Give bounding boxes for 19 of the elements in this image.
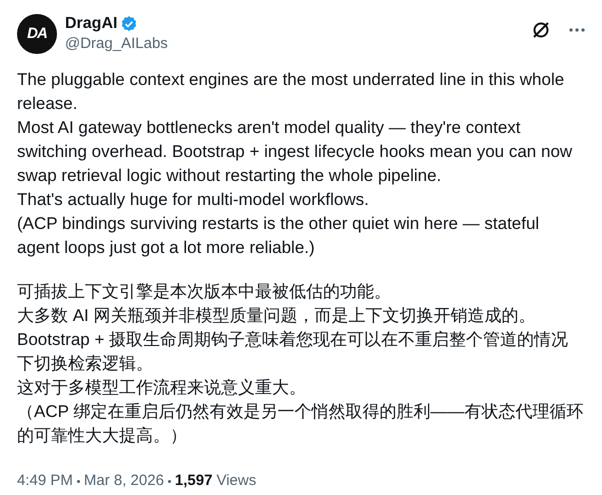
slashed-circle-icon[interactable] [531, 20, 551, 40]
post-date[interactable]: Mar 8, 2026 [84, 470, 164, 492]
views-label: Views [216, 471, 256, 491]
more-icon[interactable] [569, 28, 585, 32]
user-handle[interactable]: @Drag_AILabs [65, 34, 168, 54]
post-text: That's actually huge for multi-model workflows. [17, 189, 370, 211]
post-text: 可插拔上下文引擎是本次版本中最被低估的功能。 [17, 281, 392, 303]
avatar-logo: DA [27, 24, 47, 44]
post-text: 这对于多模型工作流程来说意义重大。 [17, 377, 307, 399]
post-text: 大多数 AI 网关瓶颈并非模型质量问题，而是上下文切换开销造成的。 [17, 305, 537, 327]
post-time[interactable]: 4:49 PM [17, 470, 73, 492]
post-text: Most AI gateway bottlenecks aren't model quality — they're context switching overhead. Bootstrap + ingest lifecycle hooks mean you can now swap retrieval logic without restarting the whole pipeline. [17, 117, 574, 187]
post-text: The pluggable context engines are the most underrated line in this whole release. [17, 69, 566, 115]
post-text: (ACP bindings surviving restarts is the other quiet win here — stateful agent loops just got a lot more reliable.) [17, 213, 540, 259]
post-text: Bootstrap + 摄取生命周期钩子意味着您现在可以在不重启整个管道的情况下切换检索逻辑。 [17, 329, 570, 375]
views-count: 1,597 [174, 471, 212, 491]
avatar[interactable]: DA [17, 14, 57, 54]
post-text: （ACP 绑定在重启后仍然有效是另一个悄然取得的胜利——有状态代理循环的可靠性大大提高。） [17, 401, 584, 447]
display-name[interactable]: DragAI [65, 14, 118, 34]
